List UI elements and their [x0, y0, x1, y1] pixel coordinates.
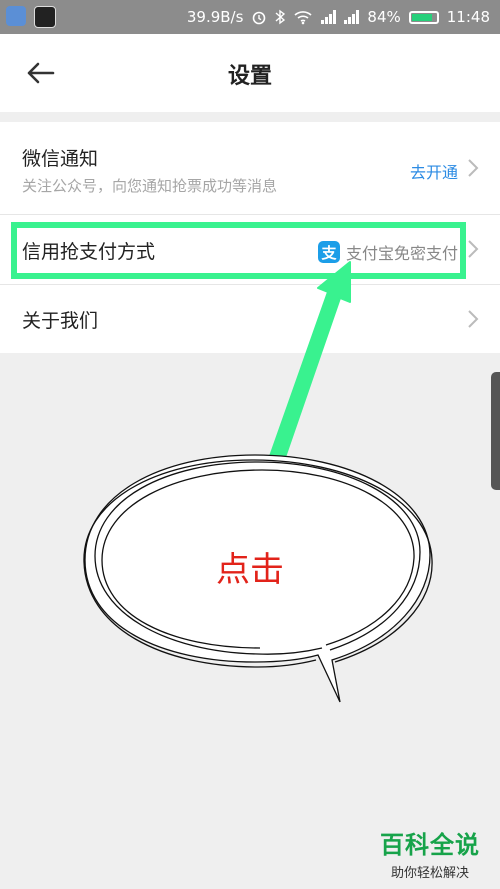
net-speed: 39.9B/s — [186, 8, 244, 26]
status-bar-notifications — [6, 6, 56, 28]
shield-app-icon — [6, 6, 26, 26]
wechat-notification-title: 微信通知 — [22, 148, 99, 170]
battery-icon — [408, 10, 439, 24]
signal-icon-1 — [321, 10, 337, 24]
wechat-notification-row[interactable]: 微信通知 关注公众号，向您通知抢票成功等消息 去开通 — [0, 122, 500, 215]
wechat-notification-subtitle: 关注公众号，向您通知抢票成功等消息 — [22, 177, 278, 195]
chevron-right-icon — [468, 240, 479, 258]
chevron-right-icon — [468, 310, 479, 328]
status-bar-indicators: 39.9B/s 84% 11:48 — [187, 6, 490, 28]
chevron-right-icon — [468, 159, 479, 177]
watermark-title: 百科全说 — [380, 831, 480, 859]
watermark-subtitle: 助你轻松解决 — [390, 866, 469, 881]
status-bar: 39.9B/s 84% 11:48 — [0, 0, 500, 34]
app-header: 设置 — [0, 34, 500, 112]
alarm-icon — [253, 11, 266, 25]
qq-app-icon — [34, 6, 56, 28]
battery-percent: 84% — [367, 8, 401, 26]
about-us-row[interactable]: 关于我们 — [0, 285, 500, 353]
bluetooth-icon — [275, 9, 286, 25]
clock: 11:48 — [446, 8, 490, 26]
scroll-handle[interactable] — [491, 372, 500, 490]
watermark: 百科全说 助你轻松解决 — [374, 825, 486, 881]
callout-text: 点击 — [216, 550, 284, 590]
highlight-box — [11, 222, 466, 279]
wifi-icon — [294, 11, 312, 25]
signal-icon-2 — [344, 10, 360, 24]
battery-level-fill — [411, 13, 432, 21]
enable-wechat-link[interactable]: 去开通 — [410, 159, 458, 183]
about-us-title: 关于我们 — [22, 310, 99, 332]
page-title: 设置 — [227, 64, 272, 89]
